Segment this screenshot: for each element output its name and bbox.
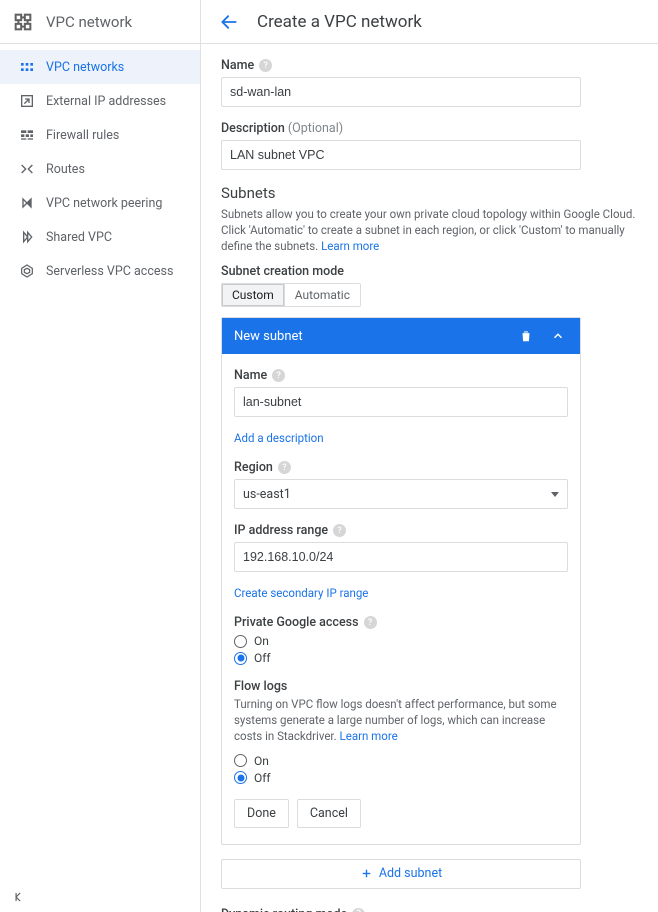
- flowlogs-off-radio[interactable]: Off: [234, 771, 568, 785]
- external-ip-icon: [18, 92, 36, 110]
- subnet-name-label: Name: [234, 368, 267, 383]
- main-panel: Create a VPC network Name ? Description …: [201, 0, 658, 912]
- vpc-logo-icon: [12, 11, 34, 33]
- routes-icon: [18, 160, 36, 178]
- sidebar-item-label: Serverless VPC access: [46, 264, 173, 279]
- learn-more-link[interactable]: Learn more: [340, 729, 398, 743]
- sidebar-item-serverless[interactable]: Serverless VPC access: [0, 254, 200, 288]
- add-subnet-button[interactable]: Add subnet: [221, 859, 581, 889]
- help-icon[interactable]: ?: [278, 461, 291, 474]
- subnet-card-title: New subnet: [234, 329, 303, 344]
- sidebar: VPC network VPC networks External IP add…: [0, 0, 201, 912]
- ip-range-label: IP address range: [234, 523, 328, 538]
- help-icon[interactable]: ?: [272, 369, 285, 382]
- subnet-card: New subnet Name ?: [221, 317, 581, 844]
- help-icon[interactable]: ?: [259, 59, 272, 72]
- radio-icon: [234, 754, 247, 767]
- sidebar-collapse-button[interactable]: [0, 882, 200, 912]
- secondary-ip-link[interactable]: Create secondary IP range: [234, 586, 368, 600]
- name-input[interactable]: [221, 77, 581, 107]
- optional-text: (Optional): [288, 121, 343, 136]
- sidebar-item-label: VPC networks: [46, 60, 124, 75]
- subnet-mode-label: Subnet creation mode: [221, 264, 344, 279]
- back-button[interactable]: [217, 10, 241, 34]
- pga-off-radio[interactable]: Off: [234, 651, 568, 665]
- subnet-mode-custom[interactable]: Custom: [222, 284, 285, 306]
- sidebar-title: VPC network: [46, 13, 132, 31]
- sidebar-item-external-ips[interactable]: External IP addresses: [0, 84, 200, 118]
- region-value: us-east1: [243, 487, 291, 502]
- name-label: Name: [221, 58, 254, 73]
- sidebar-item-label: Routes: [46, 162, 85, 177]
- radio-label: On: [254, 634, 269, 648]
- main-header: Create a VPC network: [201, 0, 658, 44]
- sidebar-item-routes[interactable]: Routes: [0, 152, 200, 186]
- subnet-name-input[interactable]: [234, 387, 568, 417]
- subnet-mode-auto[interactable]: Automatic: [285, 284, 360, 306]
- subnet-mode-group: Custom Automatic: [221, 283, 361, 307]
- add-description-link[interactable]: Add a description: [234, 431, 324, 445]
- chevron-left-icon: [12, 890, 26, 904]
- collapse-subnet-button[interactable]: [548, 326, 568, 346]
- pga-label: Private Google access: [234, 615, 359, 630]
- radio-label: On: [254, 754, 269, 768]
- region-label: Region: [234, 460, 273, 475]
- page-title: Create a VPC network: [257, 12, 422, 32]
- radio-checked-icon: [234, 652, 247, 665]
- flowlogs-on-radio[interactable]: On: [234, 754, 568, 768]
- help-icon[interactable]: ?: [364, 616, 377, 629]
- radio-checked-icon: [234, 771, 247, 784]
- sidebar-item-label: Firewall rules: [46, 128, 119, 143]
- learn-more-link[interactable]: Learn more: [321, 239, 379, 253]
- radio-label: Off: [254, 771, 271, 785]
- subnet-cancel-button[interactable]: Cancel: [297, 799, 361, 828]
- ip-range-input[interactable]: [234, 542, 568, 572]
- delete-subnet-button[interactable]: [516, 326, 536, 346]
- sidebar-header: VPC network: [0, 0, 200, 44]
- sidebar-item-peering[interactable]: VPC network peering: [0, 186, 200, 220]
- sidebar-list: VPC networks External IP addresses Firew…: [0, 44, 200, 882]
- subnet-icon: [18, 58, 36, 76]
- subnets-title: Subnets: [221, 184, 638, 202]
- sidebar-item-label: VPC network peering: [46, 196, 162, 211]
- shared-vpc-icon: [18, 228, 36, 246]
- radio-icon: [234, 635, 247, 648]
- serverless-icon: [18, 262, 36, 280]
- sidebar-item-shared[interactable]: Shared VPC: [0, 220, 200, 254]
- pga-on-radio[interactable]: On: [234, 634, 568, 648]
- description-input[interactable]: [221, 140, 581, 170]
- subnet-done-button[interactable]: Done: [234, 799, 289, 828]
- help-icon[interactable]: ?: [333, 524, 346, 537]
- flowlogs-label: Flow logs: [234, 679, 287, 694]
- firewall-icon: [18, 126, 36, 144]
- radio-label: Off: [254, 651, 271, 665]
- subnet-card-header: New subnet: [222, 318, 580, 354]
- sidebar-item-label: External IP addresses: [46, 94, 166, 109]
- subnets-hint: Subnets allow you to create your own pri…: [221, 207, 635, 253]
- add-subnet-label: Add subnet: [379, 866, 442, 881]
- sidebar-item-firewall[interactable]: Firewall rules: [0, 118, 200, 152]
- peering-icon: [18, 194, 36, 212]
- chevron-down-icon: [551, 492, 559, 497]
- description-label: Description: [221, 121, 285, 136]
- sidebar-item-vpc-networks[interactable]: VPC networks: [0, 50, 200, 84]
- routing-label: Dynamic routing mode: [221, 907, 347, 912]
- help-icon[interactable]: ?: [352, 908, 365, 912]
- plus-icon: [360, 867, 373, 880]
- region-select[interactable]: us-east1: [234, 479, 568, 509]
- sidebar-item-label: Shared VPC: [46, 230, 112, 245]
